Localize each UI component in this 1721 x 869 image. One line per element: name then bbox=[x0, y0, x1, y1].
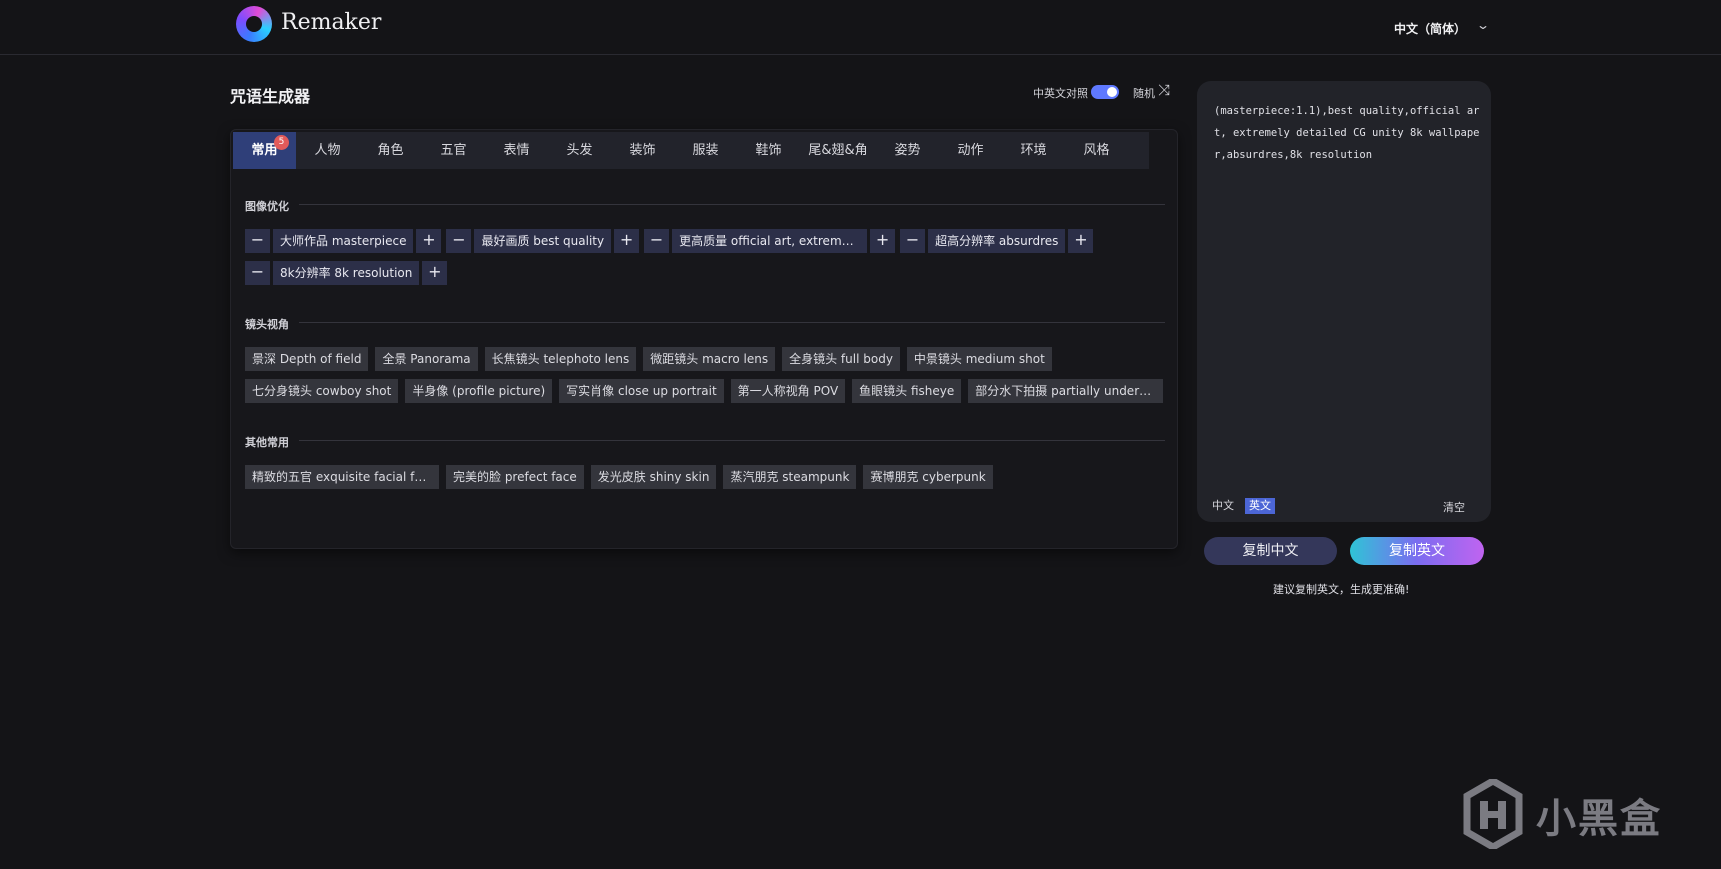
category-tabs: 常用 5 人物 角色 五官 表情 头发 装饰 服装 鞋饰 尾&翅&角 姿势 动作… bbox=[233, 132, 1149, 169]
minus-icon[interactable]: − bbox=[245, 261, 270, 285]
minus-icon[interactable]: − bbox=[446, 229, 472, 253]
tag-option[interactable]: 蒸汽朋克 steampunk bbox=[723, 465, 857, 489]
xiaoheihe-logo-icon bbox=[1463, 779, 1523, 849]
tag-option[interactable]: 景深 Depth of field bbox=[245, 347, 369, 371]
selected-tag-label[interactable]: 8k分辨率 8k resolution bbox=[273, 261, 420, 285]
tag-option[interactable]: 赛博朋克 cyberpunk bbox=[863, 465, 993, 489]
tag-option[interactable]: 中景镜头 medium shot bbox=[906, 347, 1052, 371]
tab-facial-features[interactable]: 五官 bbox=[422, 132, 485, 169]
section-divider bbox=[299, 440, 1165, 441]
other-tags-row-1: 精致的五官 exquisite facial fe… 完美的脸 prefect … bbox=[245, 465, 1000, 489]
tab-style[interactable]: 风格 bbox=[1065, 132, 1128, 169]
section-divider bbox=[299, 204, 1165, 205]
selected-tag: − 大师作品 masterpiece + bbox=[245, 229, 442, 253]
prompt-output-text[interactable]: (masterpiece:1.1),best quality,official … bbox=[1214, 100, 1480, 166]
tag-option[interactable]: 七分身镜头 cowboy shot bbox=[245, 379, 399, 403]
tab-clothing[interactable]: 服装 bbox=[674, 132, 737, 169]
tab-action[interactable]: 动作 bbox=[939, 132, 1002, 169]
remaker-logo-icon[interactable] bbox=[236, 6, 272, 42]
clear-button[interactable]: 清空 bbox=[1443, 499, 1465, 515]
tag-option[interactable]: 鱼眼镜头 fisheye bbox=[852, 379, 962, 403]
tag-option[interactable]: 长焦镜头 telephoto lens bbox=[484, 347, 637, 371]
bilingual-toggle[interactable] bbox=[1091, 85, 1119, 99]
tab-pose[interactable]: 姿势 bbox=[876, 132, 939, 169]
copy-chinese-button[interactable]: 复制中文 bbox=[1204, 537, 1337, 565]
language-selector[interactable]: 中文（简体） bbox=[1394, 20, 1466, 37]
plus-icon[interactable]: + bbox=[614, 229, 640, 253]
selected-tag-label[interactable]: 更高质量 official art, extremel… bbox=[672, 229, 868, 253]
tab-character[interactable]: 角色 bbox=[359, 132, 422, 169]
tab-environment[interactable]: 环境 bbox=[1002, 132, 1065, 169]
copy-hint: 建议复制英文，生成更准确! bbox=[1273, 583, 1410, 596]
tab-expression[interactable]: 表情 bbox=[485, 132, 548, 169]
prompt-output-panel: (masterpiece:1.1),best quality,official … bbox=[1197, 81, 1491, 522]
minus-icon[interactable]: − bbox=[245, 229, 270, 253]
section-title-other-common: 其他常用 bbox=[245, 436, 289, 449]
tab-hair[interactable]: 头发 bbox=[548, 132, 611, 169]
minus-icon[interactable]: − bbox=[644, 229, 670, 253]
selected-tag-label[interactable]: 大师作品 masterpiece bbox=[273, 229, 414, 253]
tab-tail-wings-horns[interactable]: 尾&翅&角 bbox=[800, 132, 876, 169]
chevron-down-icon[interactable]: ⌄ bbox=[1476, 18, 1490, 32]
selected-tag: − 超高分辨率 absurdres + bbox=[900, 229, 1094, 253]
selected-tag: − 8k分辨率 8k resolution + bbox=[245, 261, 448, 285]
lens-tags-row-1: 景深 Depth of field 全景 Panorama 长焦镜头 telep… bbox=[245, 347, 1059, 371]
lens-tags-row-2: 七分身镜头 cowboy shot 半身像 (profile picture) … bbox=[245, 379, 1170, 403]
selected-tags-row-1: − 大师作品 masterpiece + − 最好画质 best quality… bbox=[245, 229, 1098, 253]
top-bar: Remaker 中文（简体） ⌄ bbox=[0, 0, 1721, 55]
bilingual-toggle-label: 中英文对照 bbox=[1033, 87, 1088, 100]
tab-common[interactable]: 常用 5 bbox=[233, 132, 296, 169]
brand-name[interactable]: Remaker bbox=[281, 10, 381, 35]
output-lang-en[interactable]: 英文 bbox=[1245, 498, 1275, 514]
copy-english-button[interactable]: 复制英文 bbox=[1350, 537, 1484, 565]
tag-option[interactable]: 全身镜头 full body bbox=[782, 347, 900, 371]
selected-tag: − 最好画质 best quality + bbox=[446, 229, 640, 253]
tag-option[interactable]: 微距镜头 macro lens bbox=[643, 347, 776, 371]
selected-tag: − 更高质量 official art, extremel… + bbox=[644, 229, 896, 253]
tag-option[interactable]: 全景 Panorama bbox=[375, 347, 478, 371]
section-title-lens: 镜头视角 bbox=[245, 318, 289, 331]
section-divider bbox=[299, 322, 1165, 323]
tab-person[interactable]: 人物 bbox=[296, 132, 359, 169]
plus-icon[interactable]: + bbox=[1068, 229, 1094, 253]
plus-icon[interactable]: + bbox=[422, 261, 448, 285]
page-title: 咒语生成器 bbox=[230, 87, 311, 106]
tag-option[interactable]: 部分水下拍摄 partially underw… bbox=[968, 379, 1164, 403]
selected-tag-label[interactable]: 超高分辨率 absurdres bbox=[928, 229, 1066, 253]
output-lang-zh[interactable]: 中文 bbox=[1212, 498, 1234, 514]
minus-icon[interactable]: − bbox=[900, 229, 926, 253]
plus-icon[interactable]: + bbox=[870, 229, 896, 253]
shuffle-icon[interactable]: ⤨ bbox=[1158, 81, 1170, 99]
tab-shoes[interactable]: 鞋饰 bbox=[737, 132, 800, 169]
tag-option[interactable]: 精致的五官 exquisite facial fe… bbox=[245, 465, 439, 489]
tab-decoration[interactable]: 装饰 bbox=[611, 132, 674, 169]
plus-icon[interactable]: + bbox=[416, 229, 442, 253]
tag-option[interactable]: 半身像 (profile picture) bbox=[405, 379, 553, 403]
count-badge: 5 bbox=[274, 135, 289, 150]
selected-tag-label[interactable]: 最好画质 best quality bbox=[474, 229, 612, 253]
watermark-text: 小黑盒 bbox=[1536, 796, 1662, 842]
prompt-builder-panel: 常用 5 人物 角色 五官 表情 头发 装饰 服装 鞋饰 尾&翅&角 姿势 动作… bbox=[230, 129, 1178, 549]
tag-option[interactable]: 发光皮肤 shiny skin bbox=[590, 465, 717, 489]
tag-option[interactable]: 完美的脸 prefect face bbox=[446, 465, 584, 489]
random-label[interactable]: 随机 bbox=[1133, 85, 1155, 101]
section-title-image-optimization: 图像优化 bbox=[245, 200, 289, 213]
tag-option[interactable]: 写实肖像 close up portrait bbox=[559, 379, 724, 403]
tag-option[interactable]: 第一人称视角 POV bbox=[730, 379, 846, 403]
selected-tags-row-2: − 8k分辨率 8k resolution + bbox=[245, 261, 452, 285]
